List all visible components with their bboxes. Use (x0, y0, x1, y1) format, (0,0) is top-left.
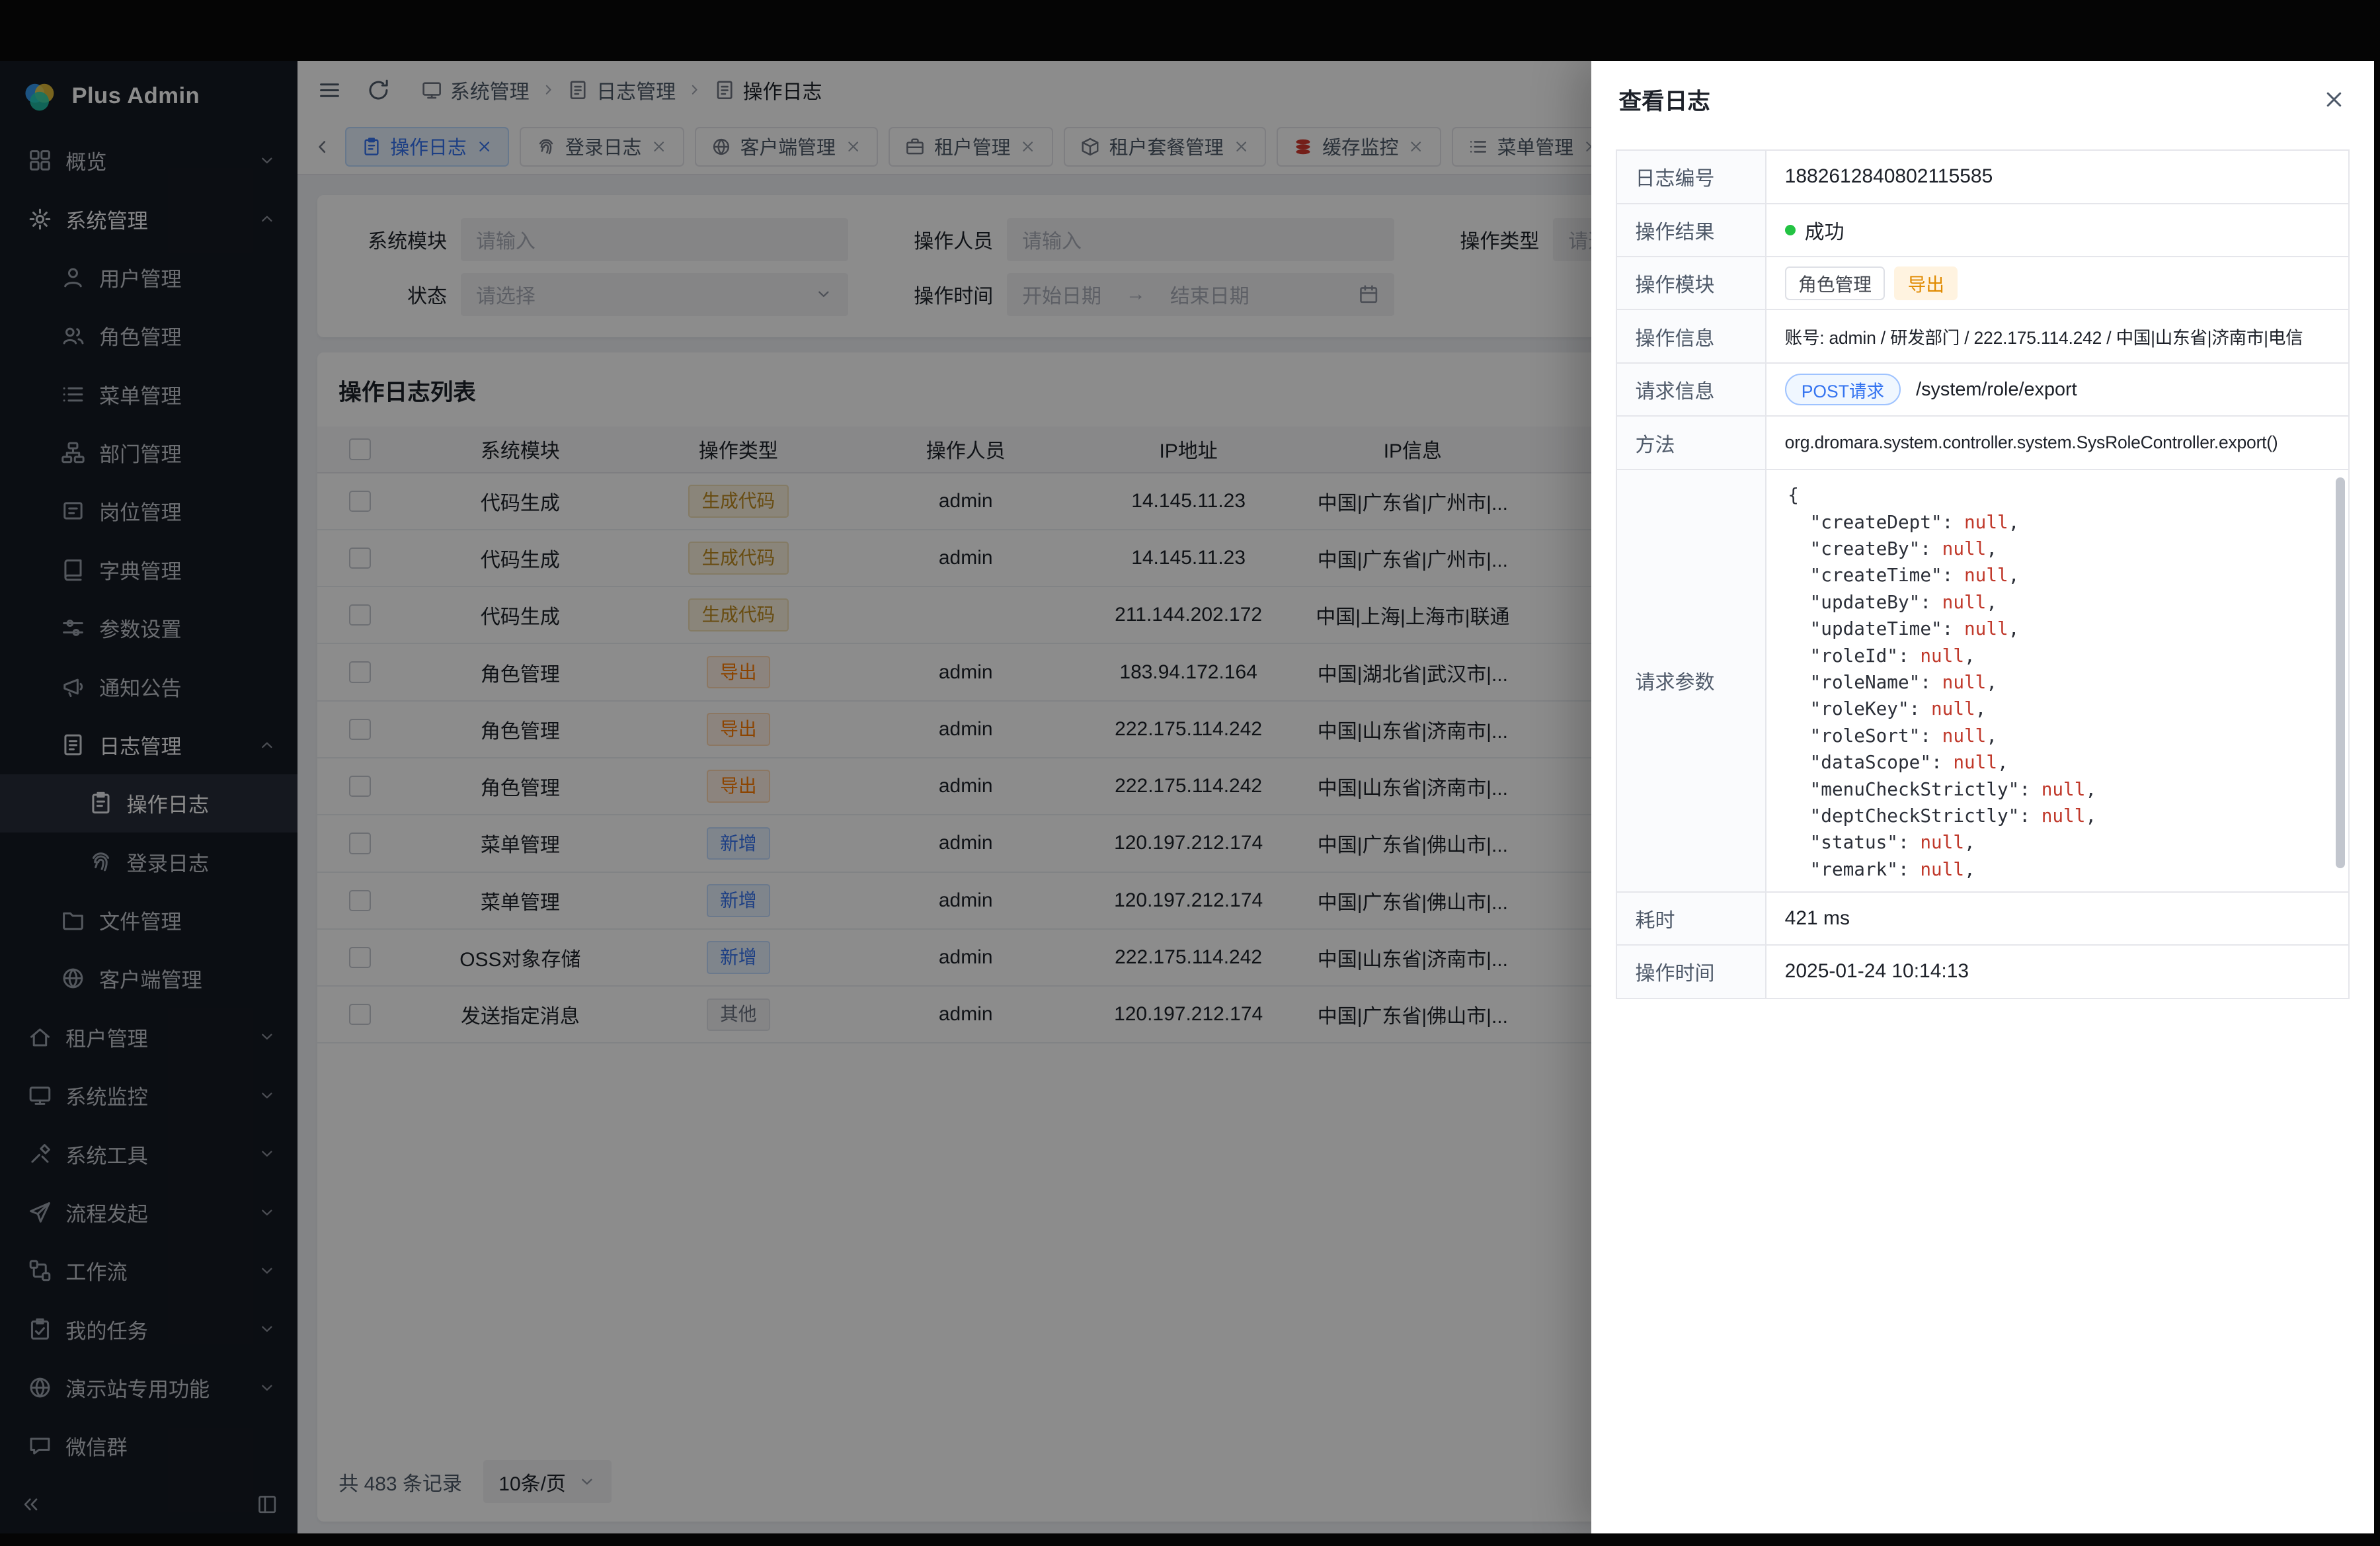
duration-value: 421 ms (1766, 893, 2348, 944)
detail-label: 操作结果 (1617, 204, 1766, 256)
detail-row-module: 操作模块 角色管理导出 (1617, 257, 2348, 310)
detail-label: 操作信息 (1617, 310, 1766, 362)
detail-label: 方法 (1617, 417, 1766, 468)
detail-label: 耗时 (1617, 893, 1766, 944)
detail-row-result: 操作结果 成功 (1617, 204, 2348, 257)
request-params-value: { "createDept": null, "createBy": null, … (1766, 470, 2348, 891)
drawer-header: 查看日志 (1591, 61, 2374, 137)
detail-label: 操作模块 (1617, 257, 1766, 309)
scrollbar-thumb[interactable] (2336, 477, 2345, 868)
result-value: 成功 (1766, 204, 2348, 256)
operation-info-value: 账号: admin / 研发部门 / 222.175.114.242 / 中国|… (1766, 310, 2348, 362)
app-window: Plus Admin 概览系统管理用户管理角色管理菜单管理部门管理岗位管理字典管… (0, 61, 2374, 1533)
module-tag: 角色管理 (1785, 266, 1885, 300)
status-text: 成功 (1805, 216, 1844, 245)
module-tag: 导出 (1894, 266, 1958, 300)
detail-row-log-id: 日志编号 1882612840802115585 (1617, 151, 2348, 204)
log-detail-table: 日志编号 1882612840802115585 操作结果 成功 操作模块 角色… (1616, 149, 2350, 999)
detail-label: 日志编号 (1617, 151, 1766, 202)
module-tags: 角色管理导出 (1766, 257, 2348, 309)
status-dot (1785, 225, 1796, 235)
method-value: org.dromara.system.controller.system.Sys… (1766, 417, 2348, 468)
drawer-title: 查看日志 (1618, 83, 1710, 116)
log-id-value: 1882612840802115585 (1766, 151, 2348, 202)
operation-time-value: 2025-01-24 10:14:13 (1766, 946, 2348, 997)
screen: Plus Admin 概览系统管理用户管理角色管理菜单管理部门管理岗位管理字典管… (0, 0, 2380, 1546)
request-path: /system/role/export (1916, 379, 2077, 401)
detail-row-info: 操作信息 账号: admin / 研发部门 / 222.175.114.242 … (1617, 310, 2348, 363)
detail-row-request: 请求信息 POST请求 /system/role/export (1617, 364, 2348, 417)
request-info-value: POST请求 /system/role/export (1766, 364, 2348, 415)
detail-row-params: 请求参数 { "createDept": null, "createBy": n… (1617, 470, 2348, 893)
detail-label: 请求信息 (1617, 364, 1766, 415)
http-method-tag: POST请求 (1785, 374, 1901, 405)
log-detail-drawer: 查看日志 日志编号 1882612840802115585 操作结果 成功 操作… (1591, 61, 2374, 1533)
detail-label: 操作时间 (1617, 946, 1766, 997)
detail-row-method: 方法 org.dromara.system.controller.system.… (1617, 417, 2348, 469)
close-icon[interactable] (2322, 87, 2346, 112)
detail-label: 请求参数 (1617, 470, 1766, 891)
json-code-block[interactable]: { "createDept": null, "createBy": null, … (1766, 470, 2348, 891)
detail-row-duration: 耗时 421 ms (1617, 893, 2348, 946)
detail-row-op-time: 操作时间 2025-01-24 10:14:13 (1617, 946, 2348, 998)
